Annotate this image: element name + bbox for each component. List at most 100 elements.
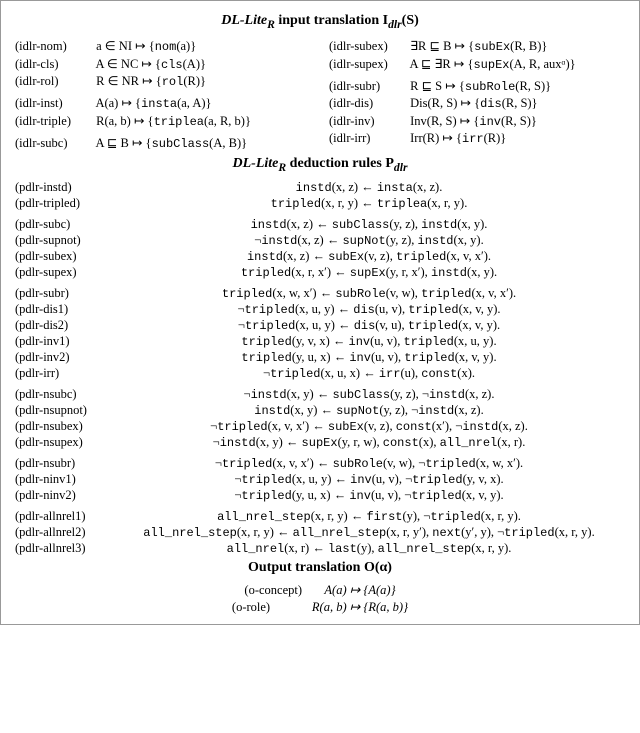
- rule-label: (pdlr-dis2): [15, 318, 113, 333]
- rule-body: ¬instd(x, y) ← subClass(y, z), ¬instd(x,…: [113, 387, 625, 402]
- rule-body: R(a, b) ↦ {triplea(a, R, b)}: [96, 114, 251, 128]
- output-body: A(a) ↦ {A(a)}: [324, 583, 395, 597]
- rule-row: (pdlr-subex)instd(x, z) ← subEx(v, z), t…: [15, 249, 625, 264]
- rule-label: (pdlr-allnrel1): [15, 509, 113, 524]
- rule-label: (idlr-subex): [329, 39, 407, 54]
- rule-body: all_nrel_step(x, r, y) ← first(y), ¬trip…: [113, 509, 625, 524]
- rule-label: (pdlr-instd): [15, 180, 113, 195]
- translation-row: (idlr-dis) Dis(R, S) ↦ {dis(R, S)}: [329, 95, 625, 111]
- rule-body: ¬tripled(x, u, x) ← irr(u), const(x).: [113, 366, 625, 381]
- output-label: (o-concept): [244, 583, 324, 598]
- rule-row: (pdlr-allnrel2)all_nrel_step(x, r, y) ← …: [15, 525, 625, 540]
- rule-row: (pdlr-inv2)tripled(y, u, x) ← inv(u, v),…: [15, 350, 625, 365]
- rule-label: (pdlr-nsubex): [15, 419, 113, 434]
- rule-body: tripled(x, r, x′) ← supEx(y, r, x′), ins…: [113, 265, 625, 280]
- rule-body: ¬tripled(x, v, x′) ← subEx(v, z), const(…: [113, 419, 625, 434]
- output-body: R(a, b) ↦ {R(a, b)}: [312, 600, 408, 614]
- rule-label: (pdlr-subr): [15, 286, 113, 301]
- translation-row: (idlr-inst) A(a) ↦ {insta(a, A)}: [15, 95, 311, 111]
- rule-label: (pdlr-irr): [15, 366, 113, 381]
- rule-label: (idlr-subr): [329, 79, 407, 94]
- rule-body: ¬instd(x, z) ← supNot(y, z), instd(x, y)…: [113, 233, 625, 248]
- rule-row: (pdlr-nsubc)¬instd(x, y) ← subClass(y, z…: [15, 387, 625, 402]
- translation-row: (idlr-rol) R ∈ NR ↦ {rol(R)}: [15, 73, 311, 89]
- rule-label: (pdlr-nsubr): [15, 456, 113, 471]
- rule-row: (pdlr-nsupex)¬instd(x, y) ← supEx(y, r, …: [15, 435, 625, 450]
- rule-label: (idlr-inst): [15, 96, 93, 111]
- translation-row: (idlr-cls) A ∈ NC ↦ {cls(A)}: [15, 56, 311, 72]
- rule-body: A(a) ↦ {insta(a, A)}: [95, 96, 211, 110]
- rule-body: tripled(x, w, x′) ← subRole(v, w), tripl…: [113, 286, 625, 301]
- rule-body: all_nrel(x, r) ← last(y), all_nrel_step(…: [113, 541, 625, 556]
- translation-row: (idlr-subex) ∃R ⊑ B ↦ {subEx(R, B)}: [329, 38, 625, 54]
- rule-label: (pdlr-supnot): [15, 233, 113, 248]
- translation-row: (idlr-triple) R(a, b) ↦ {triplea(a, R, b…: [15, 113, 311, 129]
- rule-label: (pdlr-nsupex): [15, 435, 113, 450]
- translation-row: (idlr-subr) R ⊑ S ↦ {subRole(R, S)}: [329, 78, 625, 94]
- rule-row: (pdlr-nsubr)¬tripled(x, v, x′) ← subRole…: [15, 456, 625, 471]
- rule-body: instd(x, z) ← subClass(y, z), instd(x, y…: [113, 217, 625, 232]
- rules-heading: DL-LiteR deduction rules Pdlr: [15, 156, 625, 174]
- rule-label: (idlr-subc): [15, 136, 93, 151]
- translation-row: (idlr-inv) Inv(R, S) ↦ {inv(R, S)}: [329, 113, 625, 129]
- rule-label: (idlr-nom): [15, 39, 93, 54]
- rule-row: (pdlr-supnot)¬instd(x, z) ← supNot(y, z)…: [15, 233, 625, 248]
- translation-row: (idlr-subc) A ⊑ B ↦ {subClass(A, B)}: [15, 135, 311, 151]
- input-translation-block: (idlr-nom) a ∈ NI ↦ {nom(a)}(idlr-cls) A…: [15, 37, 625, 153]
- rule-body: ¬tripled(x, u, y) ← dis(v, u), tripled(x…: [113, 318, 625, 333]
- rule-row: (pdlr-irr)¬tripled(x, u, x) ← irr(u), co…: [15, 366, 625, 381]
- rule-label: (pdlr-allnrel2): [15, 525, 113, 540]
- rule-label: (idlr-dis): [329, 96, 407, 111]
- rule-label: (pdlr-subc): [15, 217, 113, 232]
- rule-label: (idlr-irr): [329, 131, 407, 146]
- rule-label: (idlr-supex): [329, 57, 407, 72]
- deduction-rules: (pdlr-instd)instd(x, z) ← insta(x, z).(p…: [15, 180, 625, 556]
- input-heading: DL-LiteR input translation Idlr(S): [15, 13, 625, 31]
- right-column: (idlr-subex) ∃R ⊑ B ↦ {subEx(R, B)}(idlr…: [329, 37, 625, 153]
- rule-body: all_nrel_step(x, r, y) ← all_nrel_step(x…: [113, 525, 625, 540]
- rule-label: (pdlr-nsupnot): [15, 403, 113, 418]
- rule-row: (pdlr-ninv2)¬tripled(y, u, x) ← inv(u, v…: [15, 488, 625, 503]
- rule-body: ¬tripled(x, v, x′) ← subRole(v, w), ¬tri…: [113, 456, 625, 471]
- rule-row: (pdlr-supex)tripled(x, r, x′) ← supEx(y,…: [15, 265, 625, 280]
- rule-body: a ∈ NI ↦ {nom(a)}: [96, 39, 196, 53]
- rule-label: (pdlr-supex): [15, 265, 113, 280]
- rule-body: R ∈ NR ↦ {rol(R)}: [96, 74, 206, 88]
- rule-label: (idlr-cls): [15, 57, 93, 72]
- rule-row: (pdlr-ninv1)¬tripled(x, u, y) ← inv(u, v…: [15, 472, 625, 487]
- rule-body: Irr(R) ↦ {irr(R)}: [410, 131, 506, 145]
- output-row: (o-role)R(a, b) ↦ {R(a, b)}: [15, 599, 625, 615]
- rule-row: (pdlr-inv1)tripled(y, v, x) ← inv(u, v),…: [15, 334, 625, 349]
- rule-label: (idlr-rol): [15, 74, 93, 89]
- rule-row: (pdlr-tripled)tripled(x, r, y) ← triplea…: [15, 196, 625, 211]
- rule-row: (pdlr-nsubex)¬tripled(x, v, x′) ← subEx(…: [15, 419, 625, 434]
- rule-row: (pdlr-subc)instd(x, z) ← subClass(y, z),…: [15, 217, 625, 232]
- rule-label: (pdlr-subex): [15, 249, 113, 264]
- rule-label: (pdlr-allnrel3): [15, 541, 113, 556]
- output-label: (o-role): [232, 600, 312, 615]
- rule-body: ¬instd(x, y) ← supEx(y, r, w), const(x),…: [113, 435, 625, 450]
- output-block: (o-concept)A(a) ↦ {A(a)}(o-role)R(a, b) …: [15, 582, 625, 615]
- rule-body: tripled(x, r, y) ← triplea(x, r, y).: [113, 196, 625, 211]
- rule-row: (pdlr-instd)instd(x, z) ← insta(x, z).: [15, 180, 625, 195]
- rule-body: tripled(y, u, x) ← inv(u, v), tripled(x,…: [113, 350, 625, 365]
- rule-body: A ⊑ B ↦ {subClass(A, B)}: [95, 136, 247, 150]
- rule-row: (pdlr-allnrel3)all_nrel(x, r) ← last(y),…: [15, 541, 625, 556]
- rule-body: instd(x, z) ← insta(x, z).: [113, 180, 625, 195]
- rule-body: A ⊑ ∃R ↦ {supEx(A, R, auxᵅ)}: [409, 57, 575, 71]
- rule-label: (pdlr-inv2): [15, 350, 113, 365]
- rule-body: A ∈ NC ↦ {cls(A)}: [95, 57, 206, 71]
- rule-label: (pdlr-inv1): [15, 334, 113, 349]
- rule-label: (idlr-inv): [329, 114, 407, 129]
- rule-body: ¬tripled(y, u, x) ← inv(u, v), ¬tripled(…: [113, 488, 625, 503]
- rule-row: (pdlr-subr)tripled(x, w, x′) ← subRole(v…: [15, 286, 625, 301]
- rule-body: instd(x, y) ← supNot(y, z), ¬instd(x, z)…: [113, 403, 625, 418]
- output-heading: Output translation O(α): [15, 560, 625, 576]
- rule-label: (pdlr-ninv2): [15, 488, 113, 503]
- output-row: (o-concept)A(a) ↦ {A(a)}: [15, 582, 625, 598]
- rule-label: (idlr-triple): [15, 114, 93, 129]
- translation-row: (idlr-irr) Irr(R) ↦ {irr(R)}: [329, 130, 625, 146]
- rule-row: (pdlr-allnrel1)all_nrel_step(x, r, y) ← …: [15, 509, 625, 524]
- translation-row: (idlr-supex) A ⊑ ∃R ↦ {supEx(A, R, auxᵅ)…: [329, 56, 625, 72]
- left-column: (idlr-nom) a ∈ NI ↦ {nom(a)}(idlr-cls) A…: [15, 37, 311, 153]
